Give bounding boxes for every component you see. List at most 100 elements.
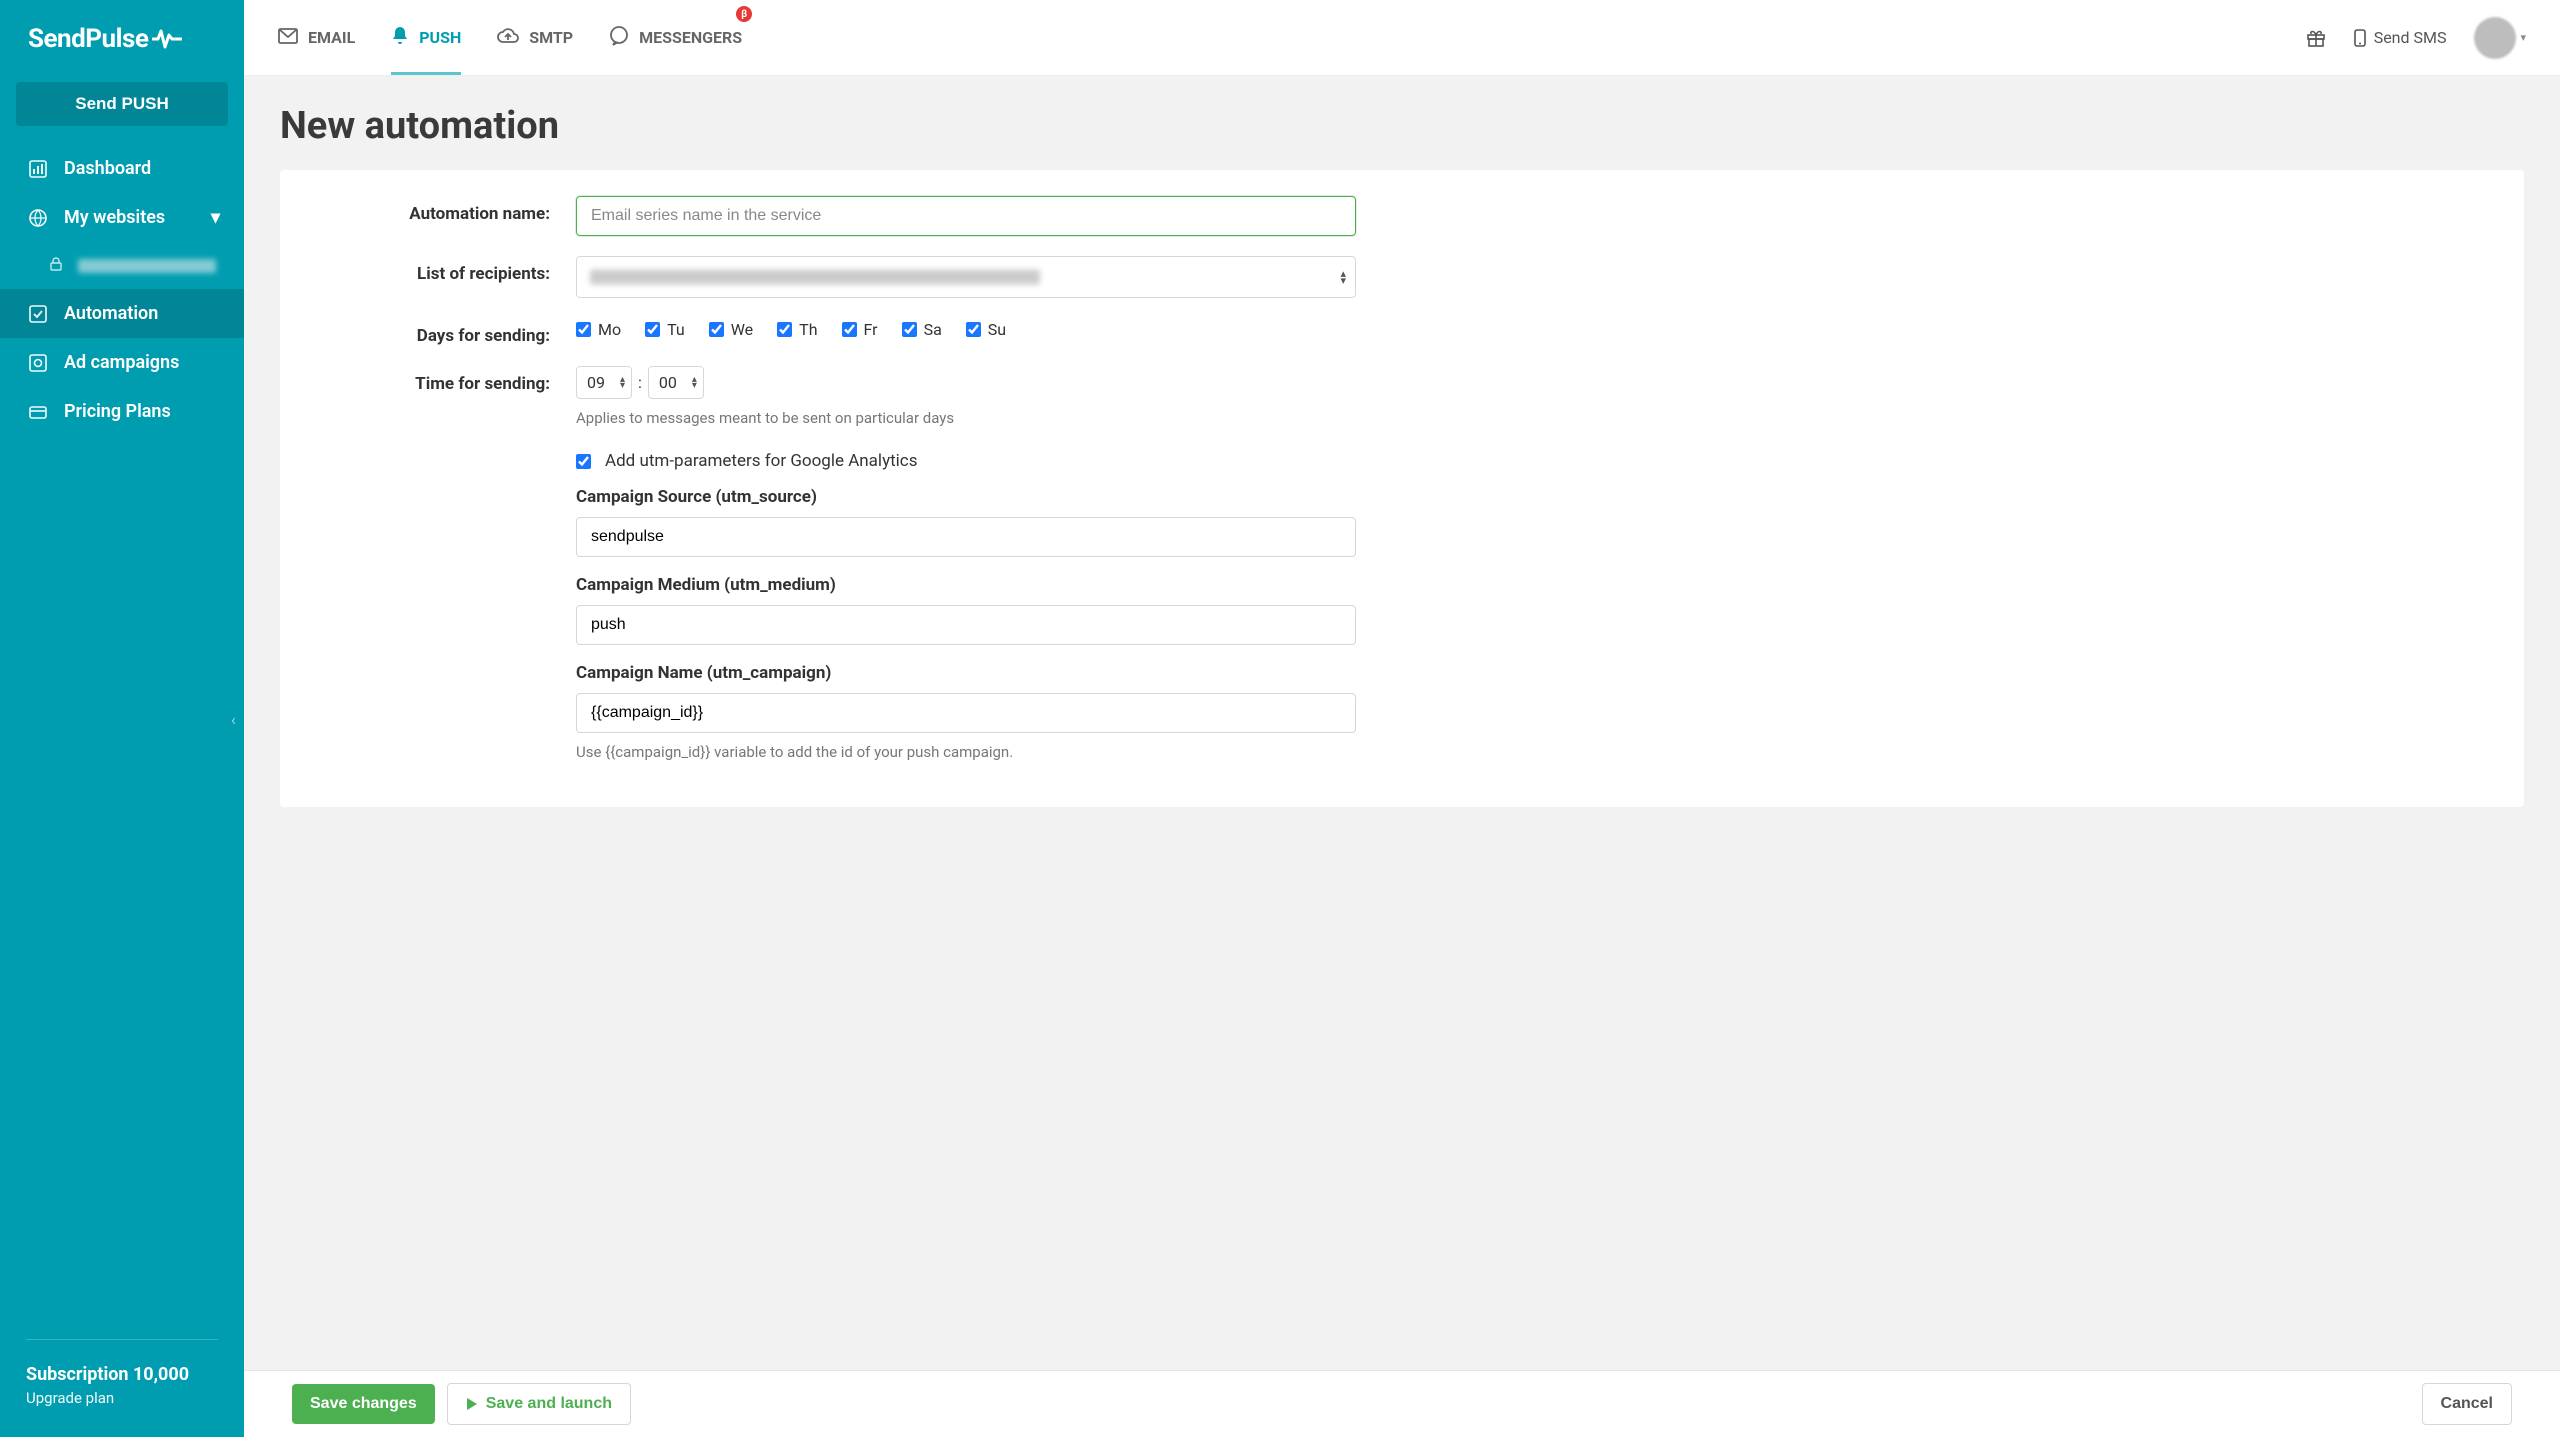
save-launch-button[interactable]: Save and launch xyxy=(447,1383,631,1425)
time-hour-value: 09 xyxy=(587,373,605,392)
subscription-title: Subscription 10,000 xyxy=(26,1364,218,1385)
sidebar-item-ad-campaigns[interactable]: Ad campaigns xyxy=(0,338,244,387)
save-launch-label: Save and launch xyxy=(486,1395,612,1413)
beta-badge: β xyxy=(736,6,752,22)
utm-source-label: Campaign Source (utm_source) xyxy=(576,487,1356,507)
chevron-down-icon: ▾ xyxy=(2520,31,2526,44)
day-label: Tu xyxy=(667,320,685,339)
avatar xyxy=(2474,17,2516,59)
pulse-icon xyxy=(152,28,182,50)
sidebar-subitem-website[interactable] xyxy=(0,242,244,289)
sidebar-item-label: Pricing Plans xyxy=(64,401,171,422)
play-icon xyxy=(466,1397,478,1411)
send-sms-label: Send SMS xyxy=(2374,28,2447,47)
day-tu-checkbox[interactable] xyxy=(645,322,660,337)
sidebar-item-automation[interactable]: Automation xyxy=(0,289,244,338)
utm-source-input[interactable] xyxy=(576,517,1356,557)
subscription-box: Subscription 10,000 Upgrade plan xyxy=(26,1339,218,1437)
sidebar-collapse-handle[interactable]: ‹ xyxy=(231,710,245,724)
day-fr-checkbox[interactable] xyxy=(842,322,857,337)
day-su[interactable]: Su xyxy=(966,320,1006,339)
sidebar-item-my-websites[interactable]: My websites ▾ xyxy=(0,193,244,242)
phone-icon xyxy=(2354,29,2366,47)
upgrade-plan-link[interactable]: Upgrade plan xyxy=(26,1389,218,1407)
topnav-label: EMAIL xyxy=(308,28,355,47)
dashboard-icon xyxy=(28,159,48,179)
utm-campaign-label: Campaign Name (utm_campaign) xyxy=(576,663,1356,683)
utm-checkbox-row[interactable]: Add utm-parameters for Google Analytics xyxy=(576,451,1356,471)
day-th[interactable]: Th xyxy=(777,320,817,339)
brand-text: SendPulse xyxy=(28,24,148,54)
gift-icon[interactable] xyxy=(2306,28,2326,48)
brand-logo[interactable]: SendPulse xyxy=(0,0,244,74)
day-sa-checkbox[interactable] xyxy=(902,322,917,337)
sidebar-item-label: Automation xyxy=(64,303,158,324)
utm-campaign-help: Use {{campaign_id}} variable to add the … xyxy=(576,743,1356,761)
day-tu[interactable]: Tu xyxy=(645,320,685,339)
utm-campaign-input[interactable] xyxy=(576,693,1356,733)
cloud-icon xyxy=(497,28,519,48)
automation-name-input[interactable] xyxy=(576,196,1356,236)
day-mo[interactable]: Mo xyxy=(576,320,621,339)
sidebar-item-pricing[interactable]: Pricing Plans xyxy=(0,387,244,436)
time-minute-select[interactable]: 00 ▴▾ xyxy=(648,366,704,399)
redacted-text xyxy=(78,259,216,273)
user-menu[interactable]: ▾ xyxy=(2474,17,2526,59)
utm-checkbox-label: Add utm-parameters for Google Analytics xyxy=(605,451,917,471)
utm-checkbox[interactable] xyxy=(576,454,591,469)
days-label: Days for sending: xyxy=(306,318,576,346)
chevron-down-icon: ▾ xyxy=(211,207,220,228)
day-fr[interactable]: Fr xyxy=(842,320,878,339)
sidebar-item-label: Dashboard xyxy=(64,158,151,179)
sidebar-item-label: Ad campaigns xyxy=(64,352,179,373)
time-minute-value: 00 xyxy=(659,373,677,392)
day-label: We xyxy=(731,320,753,339)
utm-medium-label: Campaign Medium (utm_medium) xyxy=(576,575,1356,595)
day-su-checkbox[interactable] xyxy=(966,322,981,337)
day-label: Su xyxy=(988,320,1006,339)
topnav-push[interactable]: PUSH xyxy=(391,0,461,75)
day-we[interactable]: We xyxy=(709,320,753,339)
select-arrows-icon: ▴▾ xyxy=(620,377,625,389)
form-card: Automation name: List of recipients: ▴▾ xyxy=(280,170,2524,807)
day-th-checkbox[interactable] xyxy=(777,322,792,337)
day-mo-checkbox[interactable] xyxy=(576,322,591,337)
day-we-checkbox[interactable] xyxy=(709,322,724,337)
automation-name-label: Automation name: xyxy=(306,196,576,236)
topnav-label: SMTP xyxy=(529,28,573,47)
sidebar: SendPulse Send PUSH Dashboard My website… xyxy=(0,0,244,1437)
select-arrows-icon: ▴▾ xyxy=(692,377,697,389)
lock-icon xyxy=(50,256,64,275)
time-colon: : xyxy=(638,373,642,392)
day-label: Sa xyxy=(924,320,942,339)
day-label: Fr xyxy=(864,320,878,339)
time-help-text: Applies to messages meant to be sent on … xyxy=(576,409,1356,427)
bell-icon xyxy=(391,26,409,50)
footer-bar: Save changes Save and launch Cancel xyxy=(244,1370,2560,1437)
day-label: Th xyxy=(799,320,817,339)
time-hour-select[interactable]: 09 ▴▾ xyxy=(576,366,632,399)
topbar: EMAIL PUSH SMTP MESSENGERS β xyxy=(244,0,2560,76)
recipients-select[interactable]: ▴▾ xyxy=(576,256,1356,298)
recipients-label: List of recipients: xyxy=(306,256,576,298)
ads-icon xyxy=(28,353,48,373)
send-sms-link[interactable]: Send SMS xyxy=(2354,28,2447,47)
topnav-smtp[interactable]: SMTP xyxy=(497,0,573,75)
email-icon xyxy=(278,28,298,48)
topnav-email[interactable]: EMAIL xyxy=(278,0,355,75)
day-sa[interactable]: Sa xyxy=(902,320,942,339)
topnav-label: MESSENGERS xyxy=(639,28,742,47)
day-label: Mo xyxy=(598,320,621,339)
topnav-messengers[interactable]: MESSENGERS β xyxy=(609,0,742,75)
utm-medium-input[interactable] xyxy=(576,605,1356,645)
save-button[interactable]: Save changes xyxy=(292,1384,435,1424)
time-label: Time for sending: xyxy=(306,366,576,427)
redacted-text xyxy=(590,270,1040,285)
sidebar-item-label: My websites xyxy=(64,207,165,228)
send-push-button[interactable]: Send PUSH xyxy=(16,82,228,126)
automation-icon xyxy=(28,304,48,324)
globe-icon xyxy=(28,208,48,228)
cancel-button[interactable]: Cancel xyxy=(2422,1383,2512,1425)
sidebar-item-dashboard[interactable]: Dashboard xyxy=(0,144,244,193)
page-title: New automation xyxy=(280,104,2524,148)
